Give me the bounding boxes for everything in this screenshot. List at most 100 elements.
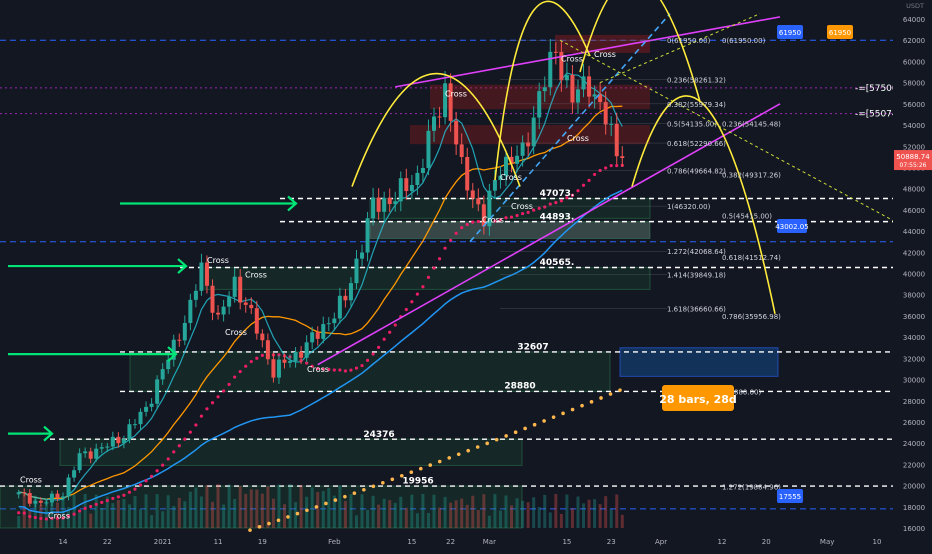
candle-body [426,130,431,169]
btc-chart[interactable]: 47073. 44893. 40565. 32607 28880 24376 19956 0(… [0,0,932,550]
chart-canvas[interactable]: 47073. 44893. 40565. 32607 28880 24376 19956 0(… [0,0,932,550]
candle-body [149,403,154,407]
volume-bar [521,500,525,528]
sar-dot [177,444,181,448]
candle-body [188,299,193,323]
right-level-prefix: -=[ [855,84,869,94]
sar-dot [78,509,82,513]
price-flags: 61950 61950 43002.05 17555 [775,25,853,503]
projection-dot [580,403,584,408]
cross-signal-label: Cross [594,50,616,59]
candle-body [437,116,442,118]
price-flag-label: 61950 [829,29,851,37]
volume-bar [83,494,87,528]
fib-label-lower: 0.382(49317.26) [722,171,781,179]
sar-dot [210,401,215,405]
measure-badge[interactable]: 28 bars, 28d [659,385,737,411]
volume-bar [576,496,580,528]
fib-label-upper: 1.414(39849.18) [667,272,726,280]
support-label[interactable]: 47073. [540,189,575,199]
volume-bar [144,494,148,528]
candle-body [216,312,221,315]
time-tick-label: 11 [214,538,223,546]
candle-body [459,144,464,158]
sar-dot [615,163,619,168]
support-label[interactable]: 32607 [517,342,548,352]
sar-dot [393,323,397,327]
candle-body [332,318,337,324]
candle-body [592,94,597,97]
candle-body [415,172,420,186]
projection-dot [466,448,471,453]
sar-dot [543,205,547,209]
support-label[interactable]: 28880 [504,382,535,392]
volume-bar [609,509,613,528]
fib-label-lower: 0(61950.00) [722,37,766,45]
support-label[interactable]: 19956 [402,476,433,486]
sar-dot [188,430,192,434]
candle-body [66,477,71,497]
volume-bar [316,491,320,528]
volume-bar [399,496,403,528]
price-tick-label: 28000 [903,398,925,406]
fib-label-upper: 0.618(52290.66) [667,140,726,148]
time-tick-label: Apr [655,538,667,546]
trend-lines [317,13,894,366]
candle-body [454,120,459,145]
price-tick-label: 64000 [903,16,925,24]
projection-dot [428,463,433,467]
volume-bar [537,507,541,528]
candle-body [476,198,481,205]
candle-body [38,500,43,503]
support-label[interactable]: 40565. [540,258,575,268]
time-tick-label: 23 [607,538,616,546]
volume-bar [216,484,220,528]
currency-label: USDT [906,2,924,10]
right-level-prefix: -=[ [855,110,869,120]
volume-bar [432,494,436,528]
volume-bar [305,496,309,528]
volume-bar [233,498,237,528]
time-tick-label: 20 [762,538,771,546]
zone-32607-box [129,351,611,392]
candle-body [110,436,115,447]
sar-dot [332,368,336,372]
volume-bar [155,494,159,528]
sar-dot [183,437,187,441]
volume-bar [493,494,497,528]
volume-bar [532,497,536,528]
sar-dot [471,220,475,224]
volume-bar [410,494,414,528]
time-tick-label: Feb [328,538,341,546]
volume-bar [299,485,303,528]
sar-dot [249,359,253,364]
volume-bar [100,508,104,528]
projection-dot [352,491,357,496]
sar-dot [343,369,348,373]
volume-bar [438,507,442,528]
projection-dot [542,419,546,423]
sar-dot [559,199,563,203]
candle-body [548,51,553,88]
candle-body [354,258,359,284]
zone-24376-box [59,438,523,466]
fib-label-lower: 0.5(45415.00) [722,213,772,221]
projection-dot [437,459,442,464]
time-tick-label: May [820,538,834,546]
support-label[interactable]: 44893. [540,212,575,222]
time-tick-label: Mar [483,538,496,546]
volume-bar [487,515,491,528]
sar-dot [144,479,148,483]
sar-dot [233,375,237,379]
sar-dot [194,423,198,427]
volume-bar [194,487,198,528]
sar-dot [537,206,541,210]
candle-body [260,333,265,341]
candle-body [182,322,187,341]
candle-body [382,197,387,212]
candle-body [83,451,88,454]
volume-bar [476,510,480,528]
support-label[interactable]: 24376 [363,430,394,440]
time-tick-label: 22 [446,538,455,546]
sar-dot [238,369,242,374]
